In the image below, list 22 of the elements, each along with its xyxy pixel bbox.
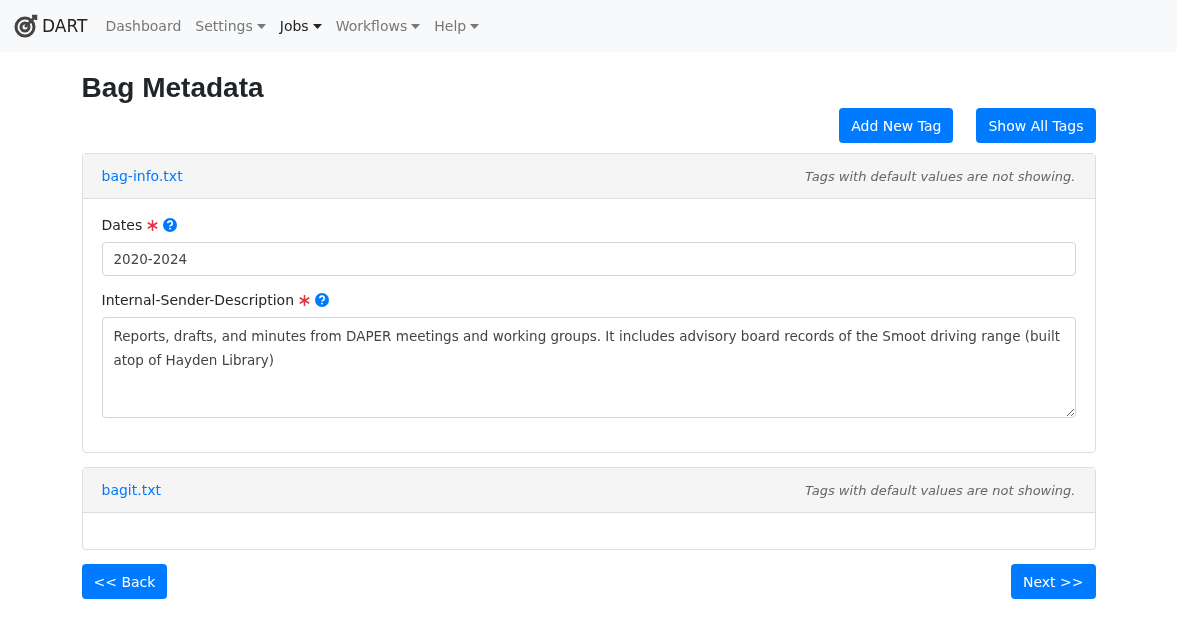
nav-link[interactable]: Settings	[195, 18, 266, 34]
input-field[interactable]: 2020-2024	[101, 242, 1076, 276]
field-label: Internal-Sender-Description	[101, 292, 295, 308]
nav-link[interactable]: Dashboard	[105, 18, 182, 34]
note-text: Tags with default values are not showing.	[805, 168, 1076, 184]
nav-link[interactable]: Jobs	[279, 18, 322, 34]
nav-link[interactable]: Workflows	[335, 18, 421, 34]
nav-link[interactable]: Help	[434, 18, 480, 34]
file-link[interactable]: bagit.txt	[101, 482, 161, 498]
note-text: Tags with default values are not showing.	[805, 482, 1076, 498]
text-area[interactable]: Reports, drafts, and minutes from DAPER meetings and working groups. It includes advisory board records of the Smoot driving range (built atop of Hayden Library)	[101, 317, 1076, 418]
page-title: Bag Metadata	[81, 72, 265, 104]
file-link[interactable]: bag-info.txt	[101, 168, 183, 184]
field-label: Dates	[101, 217, 143, 233]
back-button[interactable]: << Back	[81, 564, 168, 599]
help-icon[interactable]	[315, 293, 330, 307]
action-button[interactable]: Add New Tag	[839, 108, 954, 143]
next-button[interactable]: Next >>	[1010, 564, 1096, 599]
help-icon[interactable]	[163, 218, 178, 232]
action-button[interactable]: Show All Tags	[976, 108, 1096, 143]
brand-name[interactable]: DART	[42, 16, 88, 36]
target-logo-icon	[14, 14, 38, 38]
